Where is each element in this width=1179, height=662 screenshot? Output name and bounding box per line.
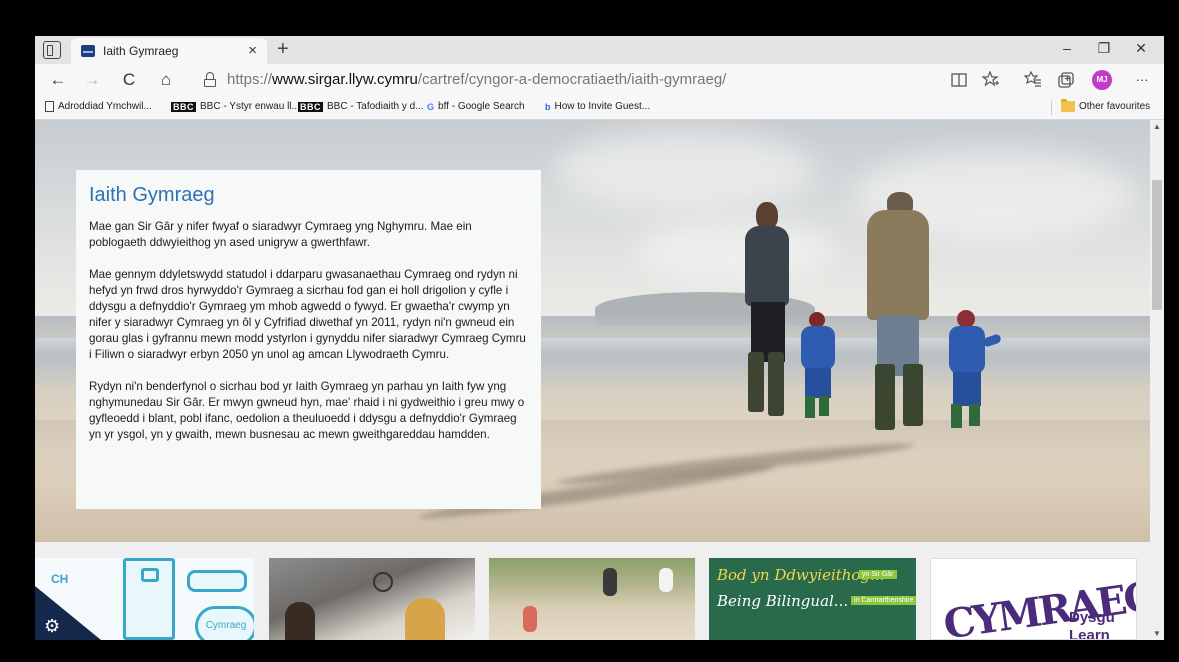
card-badge: yn Sir Gâr	[859, 570, 897, 579]
url-path: /cartref/cyngor-a-democratiaeth/iaith-gy…	[417, 71, 727, 88]
page-viewport: Iaith Gymraeg Mae gan Sir Gâr y nifer fw…	[35, 120, 1164, 640]
address-bar-row: ← → C ⌂ https://www.sirgar.llyw.cymru/ca…	[35, 64, 1164, 96]
child-running-photo	[659, 568, 673, 592]
favourite-item[interactable]: b How to Invite Guest...	[545, 101, 650, 112]
card-title-english: Being Bilingual...	[717, 592, 849, 610]
hero-image: Iaith Gymraeg Mae gan Sir Gâr y nifer fw…	[35, 120, 1150, 542]
forward-button[interactable]: →	[81, 70, 103, 90]
add-favourite-icon[interactable]	[982, 71, 1000, 89]
card-cafe-photo[interactable]	[269, 558, 475, 640]
folder-icon	[1061, 99, 1075, 112]
tab-close-icon[interactable]: ×	[248, 42, 257, 59]
collections-icon[interactable]	[1057, 71, 1075, 89]
page-title: Iaith Gymraeg	[89, 184, 215, 206]
cloud	[555, 130, 815, 210]
reader-view-icon[interactable]	[951, 72, 967, 88]
more-options-icon[interactable]: ···	[1131, 72, 1153, 87]
minimize-button[interactable]: –	[1055, 40, 1079, 56]
card-being-bilingual[interactable]: Bod yn Ddwyieithog... yn Sir Gâr Being B…	[709, 558, 916, 640]
card-row: CH Cymraeg Bod yn Ddwyieithog... yn Sir …	[35, 558, 1150, 640]
man-figure	[847, 192, 937, 442]
favourites-icon[interactable]	[1024, 71, 1042, 89]
card-dunes-photo[interactable]	[489, 558, 695, 640]
gear-icon[interactable]: ⚙	[44, 616, 60, 637]
scrollbar-thumb[interactable]	[1152, 180, 1162, 310]
intro-panel: Iaith Gymraeg Mae gan Sir Gâr y nifer fw…	[76, 170, 541, 509]
favourite-label: BBC - Ystyr enwau ll...	[200, 101, 300, 112]
bbc-icon: BBC	[171, 101, 196, 112]
restore-button[interactable]: ❐	[1092, 40, 1116, 57]
favourite-item[interactable]: Adroddiad Ymchwil...	[45, 101, 152, 112]
home-button[interactable]: ⌂	[155, 70, 177, 90]
person-photo	[285, 602, 315, 640]
person-photo	[405, 598, 445, 640]
favourites-bar: Adroddiad Ymchwil... BBC BBC - Ystyr enw…	[35, 96, 1164, 120]
refresh-button[interactable]: C	[118, 70, 140, 90]
tab-iaith-gymraeg[interactable]: Iaith Gymraeg ×	[71, 38, 267, 64]
child-running-photo	[603, 568, 617, 596]
card-badge: in Carmarthenshire	[851, 596, 916, 605]
profile-avatar[interactable]: MJ	[1092, 70, 1112, 90]
play-icon	[141, 568, 159, 582]
favourite-item[interactable]: BBC BBC - Ystyr enwau ll...	[171, 101, 300, 112]
url-prefix: https://	[227, 71, 273, 88]
favourites-divider	[1051, 101, 1052, 115]
url-host: www.sirgar.llyw.cymru	[272, 71, 418, 88]
tab-strip: Iaith Gymraeg × + – ❐ ✕	[35, 36, 1164, 64]
browser-window: Iaith Gymraeg × + – ❐ ✕ ← → C ⌂ https://…	[35, 36, 1164, 640]
favourite-label: BBC - Tafodiaith y d...	[327, 101, 424, 112]
favourite-label: Adroddiad Ymchwil...	[58, 101, 152, 112]
child-figure	[939, 310, 1002, 440]
address-bar[interactable]: https://www.sirgar.llyw.cymru/cartref/cy…	[227, 71, 726, 88]
card-ch-text: CH	[51, 572, 69, 586]
new-tab-button[interactable]: +	[277, 38, 289, 61]
favourite-label: How to Invite Guest...	[554, 101, 651, 112]
learn-label: Learn	[1069, 627, 1110, 640]
vertical-scrollbar[interactable]: ▲ ▼	[1150, 120, 1164, 640]
back-button[interactable]: ←	[47, 70, 69, 90]
bbc-icon: BBC	[298, 101, 323, 112]
intro-paragraph: Rydyn ni'n benderfynol o sicrhau bod yr …	[89, 380, 525, 441]
document-icon	[45, 101, 54, 112]
close-window-button[interactable]: ✕	[1129, 40, 1153, 57]
lock-icon[interactable]	[203, 72, 217, 87]
other-favourites-label: Other favourites	[1079, 101, 1151, 112]
child-figure	[791, 312, 845, 432]
bing-icon: b	[545, 101, 551, 112]
lamp-icon	[373, 572, 393, 592]
scroll-up-icon[interactable]: ▲	[1153, 122, 1161, 131]
tab-actions-icon[interactable]	[43, 41, 61, 59]
card-cymraeg-dysgu[interactable]: CYMRAEG Dysgu Learn	[930, 558, 1137, 640]
favourite-item[interactable]: G bff - Google Search	[427, 101, 525, 112]
favourite-item[interactable]: BBC BBC - Tafodiaith y d...	[298, 101, 424, 112]
scroll-down-icon[interactable]: ▼	[1153, 629, 1161, 638]
tab-title: Iaith Gymraeg	[103, 44, 179, 58]
site-favicon-icon	[81, 45, 95, 57]
child-running-photo	[523, 606, 537, 632]
cymraeg-badge: Cymraeg	[195, 606, 254, 640]
chat-bubble-icon	[187, 570, 247, 592]
google-icon: G	[427, 101, 435, 112]
intro-paragraph: Mae gennym ddyletswydd statudol i ddarpa…	[89, 268, 526, 361]
other-favourites[interactable]: Other favourites	[1061, 99, 1151, 112]
intro-paragraph: Mae gan Sir Gâr y nifer fwyaf o siaradwy…	[89, 220, 472, 249]
favourite-label: bff - Google Search	[438, 101, 525, 112]
dysgu-label: Dysgu	[1069, 609, 1115, 626]
